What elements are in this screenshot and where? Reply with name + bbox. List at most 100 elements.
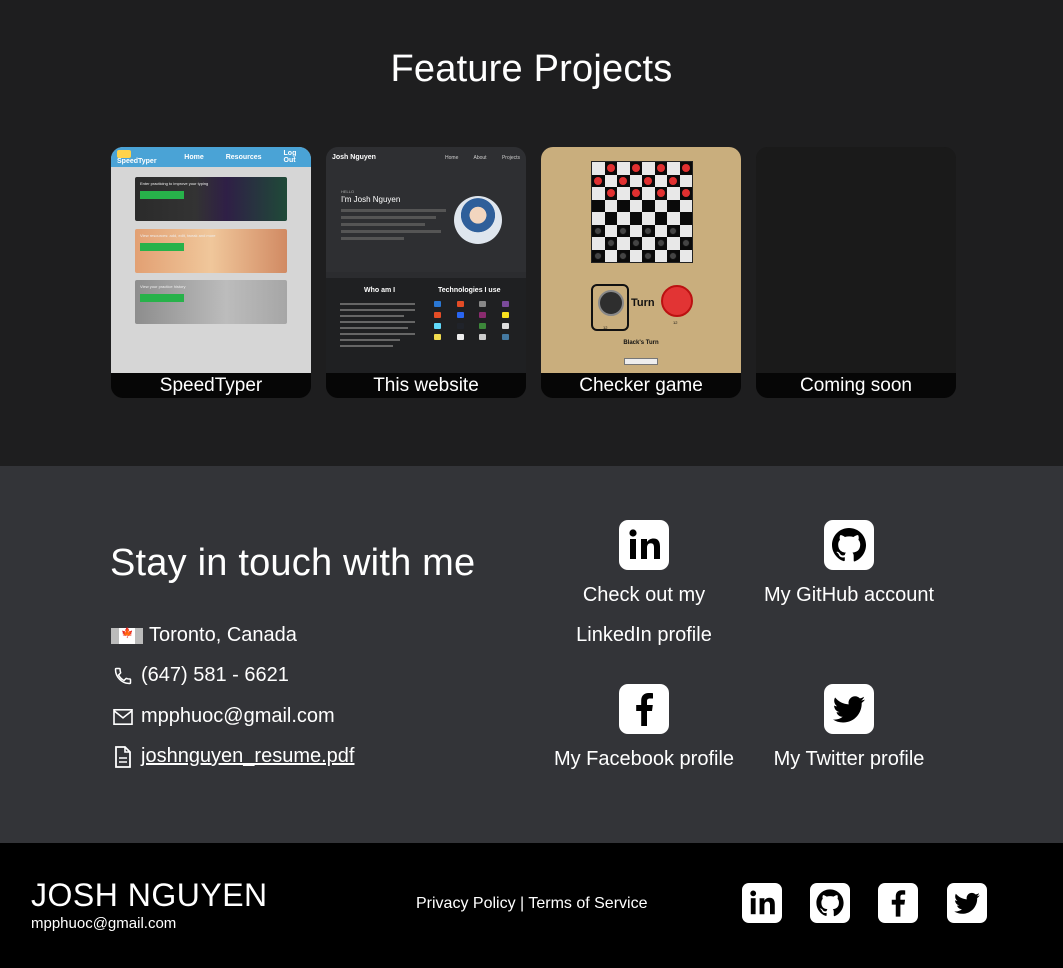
facebook-link[interactable]: My Facebook profile (544, 684, 744, 779)
red-piece (631, 189, 640, 197)
board-square (604, 199, 617, 212)
board-square (667, 174, 680, 187)
email-row: mpphuoc@gmail.com (111, 705, 335, 728)
board-square (679, 237, 692, 250)
project-thumbnail: Josh Nguyen Home About Projects HELLO I'… (326, 147, 526, 373)
project-caption[interactable]: SpeedTyper (111, 373, 311, 398)
resume-link[interactable]: joshnguyen_resume.pdf (141, 745, 354, 768)
footer-linkedin-icon[interactable] (742, 883, 782, 923)
project-card-checker[interactable]: 12 Turn 12 Black's Turn Checker game (541, 147, 741, 398)
avatar (454, 196, 502, 244)
board-square (667, 187, 680, 200)
board-square (654, 249, 667, 262)
black-king-piece (591, 284, 629, 331)
board-square (617, 249, 630, 262)
footer-legal-links: Privacy Policy | Terms of Service (416, 895, 647, 913)
board-square (592, 187, 605, 200)
board-square (642, 199, 655, 212)
maple-leaf-flag-icon (111, 627, 143, 644)
checker-board (591, 161, 693, 263)
board-square (654, 224, 667, 237)
board-square (679, 162, 692, 175)
facebook-label[interactable]: My Facebook profile (544, 739, 744, 779)
black-piece (644, 226, 652, 235)
board-square (604, 187, 617, 200)
red-piece (606, 164, 615, 172)
red-piece (644, 176, 652, 185)
featured-projects-section: Feature Projects SpeedTyper Home Resourc… (0, 0, 1063, 466)
board-square (629, 224, 642, 237)
project-thumbnail: SpeedTyper Home Resources Log Out Enter … (111, 147, 311, 373)
board-square (667, 212, 680, 225)
project-card-coming-soon[interactable]: Coming soon (756, 147, 956, 398)
twitter-label[interactable]: My Twitter profile (749, 739, 949, 779)
thumbnail-panel: View resources: add, edit, tweak and mor… (135, 229, 287, 273)
red-king-piece (661, 285, 693, 317)
github-link[interactable]: My GitHub account (749, 520, 949, 615)
board-square (679, 212, 692, 225)
board-square (679, 224, 692, 237)
board-square (654, 237, 667, 250)
linkedin-icon (619, 520, 669, 570)
legal-separator: | (520, 895, 525, 912)
black-piece (594, 226, 602, 235)
footer-name: JOSH NGUYEN (31, 877, 268, 913)
board-square (629, 237, 642, 250)
linkedin-label-line1[interactable]: Check out my (544, 575, 744, 615)
github-label[interactable]: My GitHub account (749, 575, 949, 615)
board-square (667, 237, 680, 250)
project-caption[interactable]: This website (326, 373, 526, 398)
privacy-policy-link[interactable]: Privacy Policy (416, 895, 516, 912)
footer-github-icon[interactable] (810, 883, 850, 923)
project-card-website[interactable]: Josh Nguyen Home About Projects HELLO I'… (326, 147, 526, 398)
board-square (604, 162, 617, 175)
terms-of-service-link[interactable]: Terms of Service (528, 895, 647, 912)
resume-row: joshnguyen_resume.pdf (111, 745, 354, 768)
board-square (642, 187, 655, 200)
red-piece (656, 164, 665, 172)
red-piece (606, 189, 615, 197)
board-square (629, 162, 642, 175)
linkedin-label-line2[interactable]: LinkedIn profile (544, 615, 744, 655)
red-piece (619, 176, 627, 185)
red-piece (681, 189, 690, 197)
footer-twitter-icon[interactable] (947, 883, 987, 923)
board-square (617, 187, 630, 200)
board-square (617, 224, 630, 237)
board-square (642, 237, 655, 250)
board-square (592, 249, 605, 262)
board-square (654, 187, 667, 200)
board-square (604, 237, 617, 250)
black-piece (594, 251, 602, 260)
contact-title: Stay in touch with me (110, 542, 476, 584)
location-row: Toronto, Canada (111, 624, 297, 647)
black-piece (619, 226, 627, 235)
email-text[interactable]: mpphuoc@gmail.com (141, 705, 335, 728)
project-caption[interactable]: Coming soon (756, 373, 956, 398)
mail-icon (111, 708, 135, 726)
location-text: Toronto, Canada (149, 624, 297, 646)
board-square (679, 249, 692, 262)
board-square (617, 162, 630, 175)
board-square (617, 199, 630, 212)
red-piece (594, 176, 602, 185)
project-thumbnail (756, 147, 956, 373)
board-square (604, 212, 617, 225)
board-square (654, 199, 667, 212)
project-card-speedtyper[interactable]: SpeedTyper Home Resources Log Out Enter … (111, 147, 311, 398)
red-piece (631, 164, 640, 172)
board-square (617, 237, 630, 250)
twitter-link[interactable]: My Twitter profile (749, 684, 949, 779)
board-square (629, 199, 642, 212)
footer-facebook-icon[interactable] (878, 883, 918, 923)
linkedin-link[interactable]: Check out my LinkedIn profile (544, 520, 744, 655)
board-square (617, 212, 630, 225)
footer-email[interactable]: mpphuoc@gmail.com (31, 915, 176, 932)
board-square (629, 212, 642, 225)
board-square (629, 187, 642, 200)
board-square (604, 174, 617, 187)
board-square (654, 162, 667, 175)
board-square (667, 249, 680, 262)
project-caption[interactable]: Checker game (541, 373, 741, 398)
board-square (679, 199, 692, 212)
